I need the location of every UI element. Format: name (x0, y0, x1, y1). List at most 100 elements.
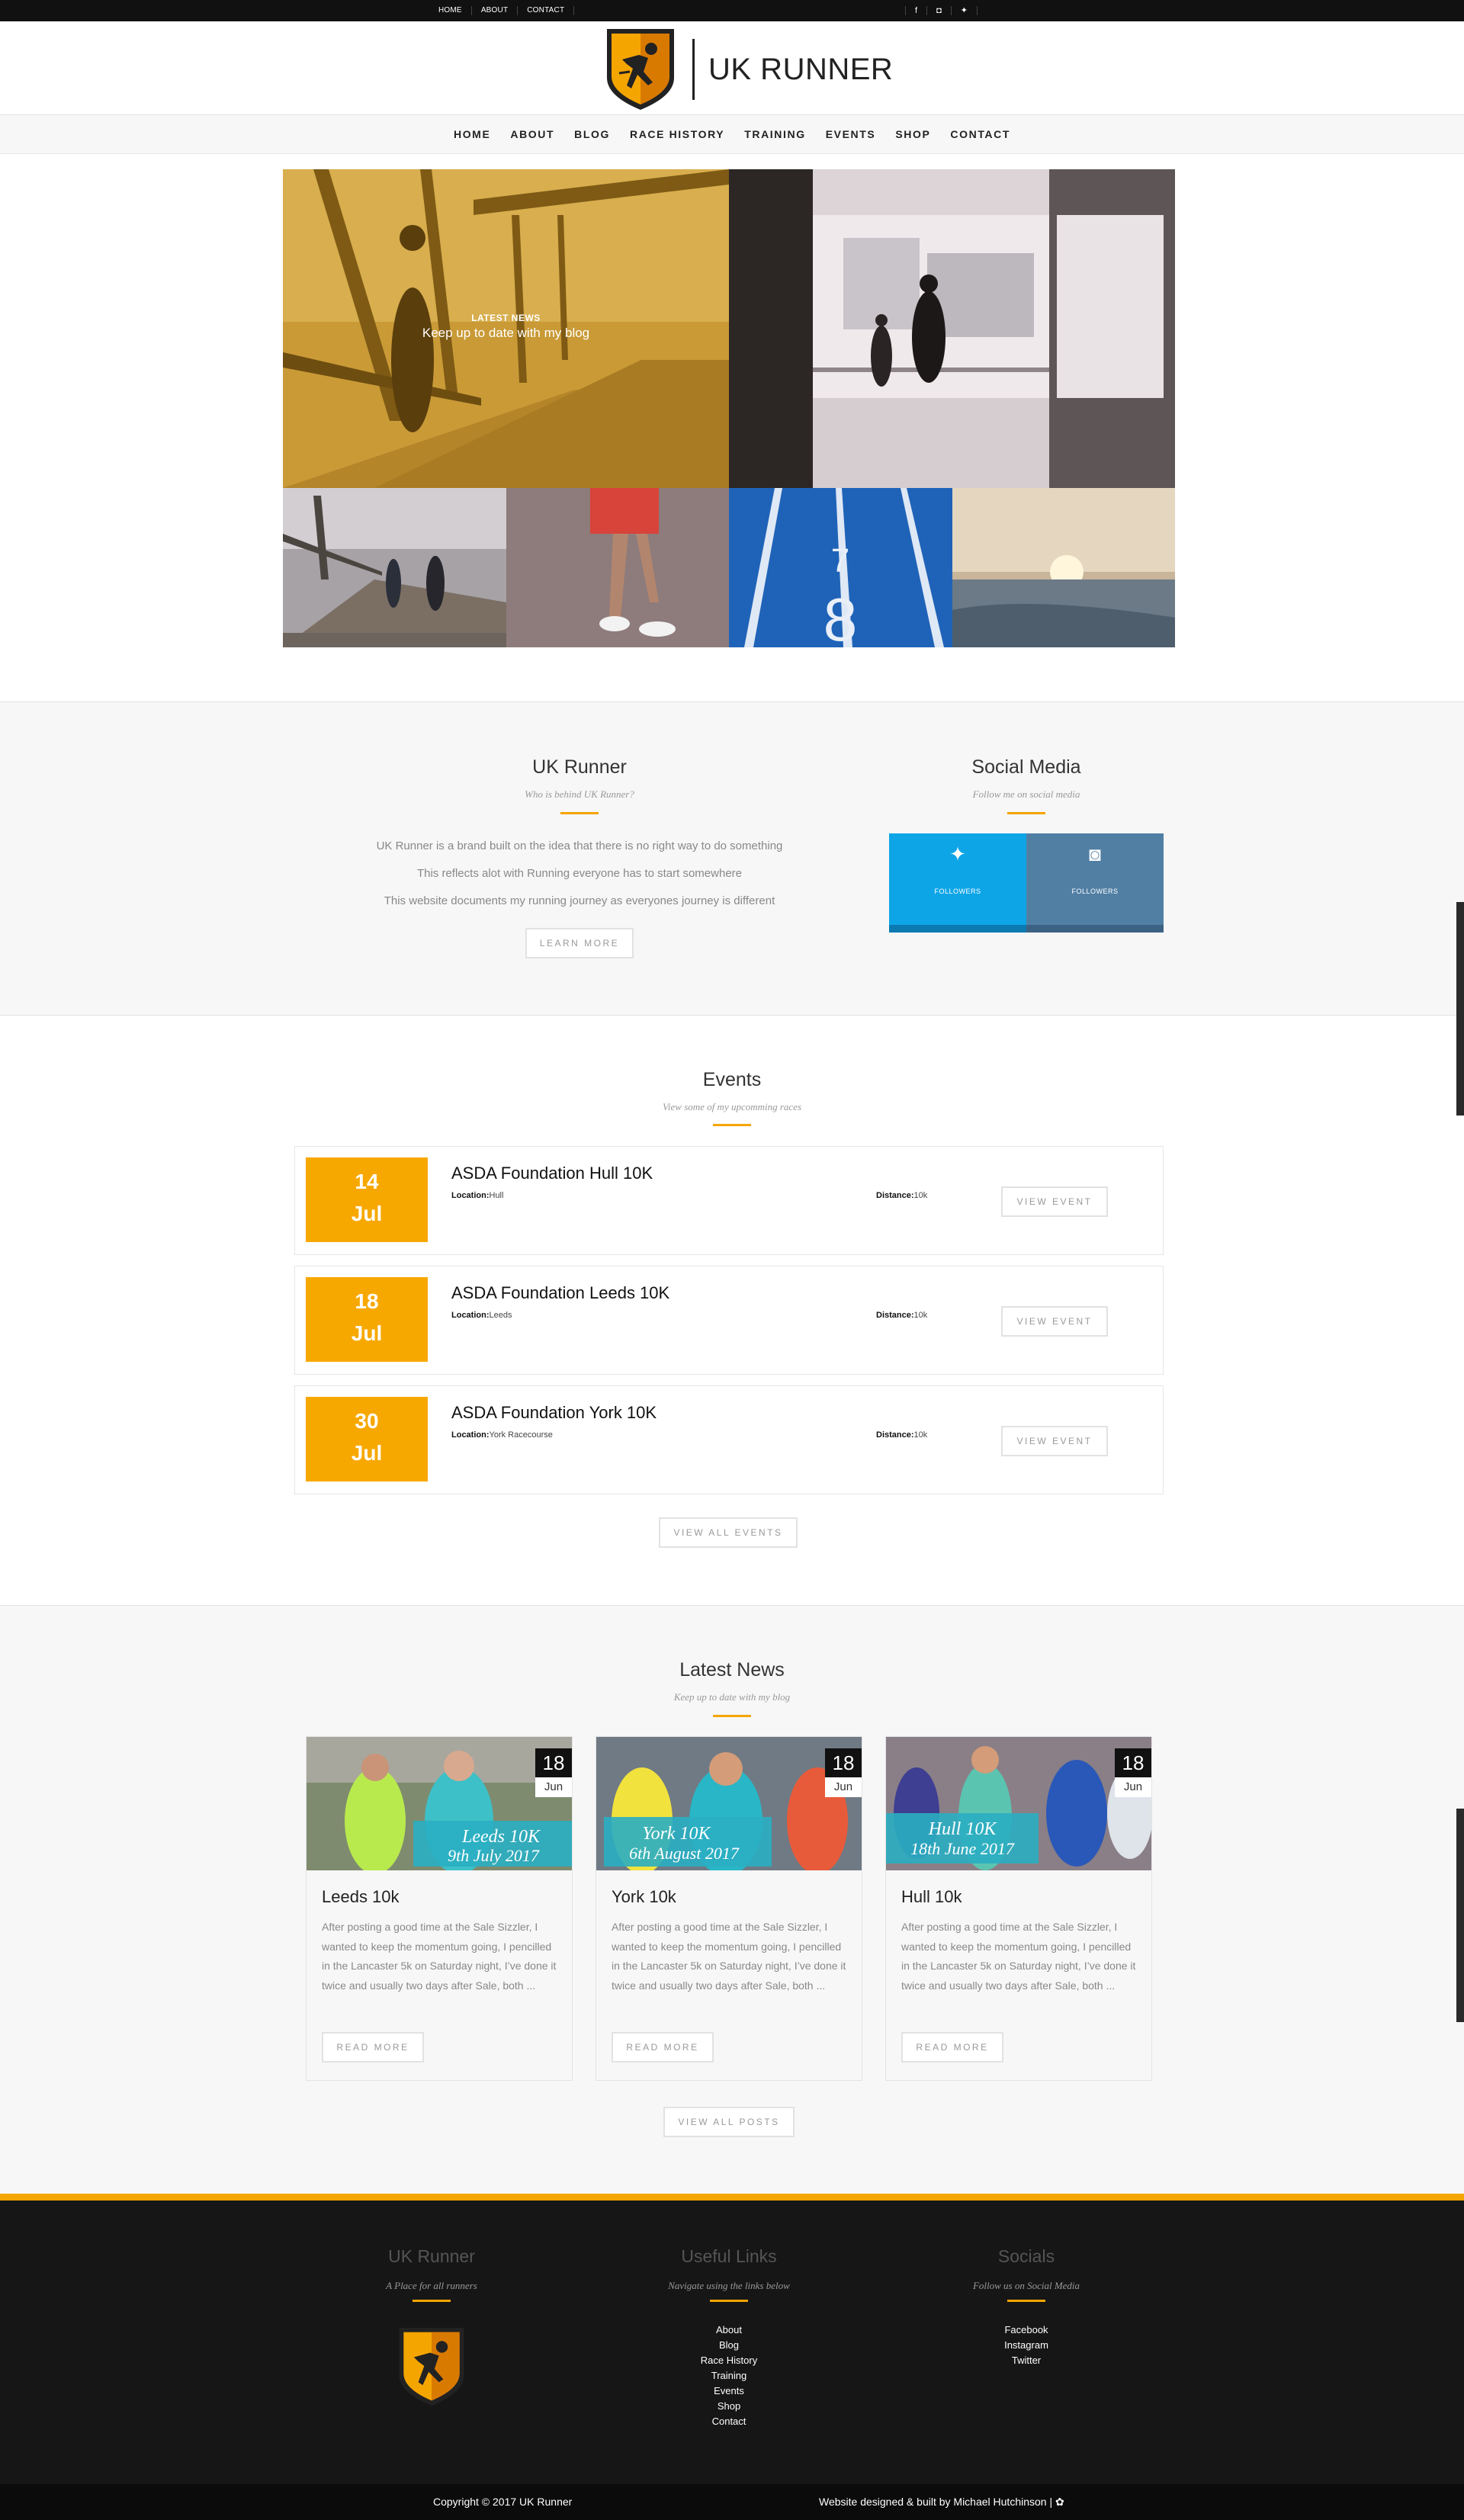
nav-blog[interactable]: BLOG (574, 128, 610, 140)
site-header: UK RUNNER (0, 21, 1464, 114)
footer-divider (413, 2300, 451, 2302)
news-image[interactable]: Hull 10K 18th June 2017 (886, 1737, 1151, 1870)
banner-line-2: 18th June 2017 (910, 1839, 1015, 1858)
event-date: 30 Jul (306, 1397, 428, 1482)
svg-text:8: 8 (824, 586, 858, 647)
hero-kicker: LATEST NEWS (471, 313, 541, 323)
learn-more-button[interactable]: LEARN MORE (525, 928, 634, 958)
footer-link-facebook[interactable]: Facebook (901, 2323, 1152, 2338)
events-divider (713, 1124, 751, 1126)
hero-tile-bridge[interactable]: LATEST NEWS Keep up to date with my blog (283, 169, 729, 488)
events-subtitle: View some of my upcomming races (662, 1101, 802, 1112)
distance-label: Distance: (876, 1191, 914, 1200)
distance-label: Distance: (876, 1311, 914, 1320)
news-month: Jun (833, 1780, 853, 1793)
nav-contact[interactable]: CONTACT (950, 128, 1010, 140)
nav-home[interactable]: HOME (454, 128, 490, 140)
view-all-events-button[interactable]: VIEW ALL EVENTS (659, 1517, 798, 1548)
bottom-bar: Copyright © 2017 UK Runner Website desig… (0, 2484, 1464, 2520)
news-title[interactable]: Leeds 10k (322, 1887, 400, 1907)
footer-link-training[interactable]: Training (603, 2368, 855, 2384)
banner-line-2: 9th July 2017 (448, 1846, 540, 1865)
footer-link-about[interactable]: About (603, 2323, 855, 2338)
view-event-button[interactable]: VIEW EVENT (1001, 1306, 1108, 1337)
footer-links-title: Useful Links (681, 2246, 777, 2266)
social-divider (1007, 812, 1045, 814)
nav-shop[interactable]: SHOP (895, 128, 930, 140)
distance-value: 10k (913, 1191, 928, 1200)
read-more-button[interactable]: READ MORE (322, 2032, 424, 2063)
hero-caption: LATEST NEWS Keep up to date with my blog (283, 313, 729, 341)
hero-tile-brooklyn[interactable] (283, 488, 506, 647)
nav-training[interactable]: TRAINING (744, 128, 805, 140)
event-day: 30 (355, 1409, 379, 1433)
top-link-home[interactable]: HOME (431, 6, 472, 15)
footer-link-blog[interactable]: Blog (603, 2338, 855, 2353)
instagram-icon[interactable]: ◘ (927, 6, 952, 15)
top-link-about[interactable]: ABOUT (472, 6, 518, 15)
event-distance: Distance:10k (876, 1430, 927, 1440)
twitter-counter[interactable]: ✦ FOLLOWERS (889, 833, 1026, 925)
location-value: Leeds (489, 1311, 512, 1320)
hero-tile-track[interactable]: 7 8 (729, 488, 952, 647)
event-month: Jul (351, 1202, 383, 1225)
hero-tile-shoes[interactable] (506, 488, 729, 647)
instagram-icon: ◙ (1089, 843, 1101, 865)
footer-link-events[interactable]: Events (603, 2384, 855, 2399)
event-name: ASDA Foundation York 10K (451, 1403, 657, 1422)
news-month: Jun (1123, 1780, 1143, 1793)
footer-link-race-history[interactable]: Race History (603, 2353, 855, 2368)
nav-race-history[interactable]: RACE HISTORY (630, 128, 724, 140)
top-link-contact[interactable]: CONTACT (518, 6, 575, 15)
footer-brand-title: UK Runner (388, 2246, 475, 2266)
news-title[interactable]: York 10k (612, 1887, 676, 1907)
hero-tagline: Keep up to date with my blog (422, 326, 590, 340)
footer-link-twitter[interactable]: Twitter (901, 2353, 1152, 2368)
event-location: Location:Leeds (451, 1311, 512, 1320)
nav-events[interactable]: EVENTS (826, 128, 876, 140)
news-day: 18 (825, 1748, 862, 1777)
hero-tile-city[interactable] (729, 169, 1175, 488)
event-date: 14 Jul (306, 1157, 428, 1242)
read-more-button[interactable]: READ MORE (612, 2032, 714, 2063)
view-event-button[interactable]: VIEW EVENT (1001, 1426, 1108, 1456)
nav-about[interactable]: ABOUT (510, 128, 554, 140)
banner-line-2: 6th August 2017 (629, 1844, 740, 1863)
about-title: UK Runner (532, 756, 627, 778)
location-value: York Racecourse (489, 1430, 553, 1440)
footer-accent-stripe (0, 2194, 1464, 2201)
news-day: 18 (1115, 1748, 1151, 1777)
hero-tile-sunset[interactable] (952, 488, 1175, 647)
read-more-button[interactable]: READ MORE (901, 2032, 1003, 2063)
twitter-icon[interactable]: ✦ (952, 6, 978, 15)
news-image[interactable]: York 10K 6th August 2017 (596, 1737, 862, 1870)
footer-link-contact[interactable]: Contact (603, 2414, 855, 2429)
view-event-button[interactable]: VIEW EVENT (1001, 1186, 1108, 1217)
news-excerpt: After posting a good time at the Sale Si… (612, 1921, 846, 1992)
logo[interactable]: UK RUNNER (604, 26, 893, 113)
news-day: 18 (535, 1748, 572, 1777)
banner-line-1: Hull 10K (928, 1819, 998, 1839)
news-title[interactable]: Hull 10k (901, 1887, 962, 1907)
news-card: Hull 10K 18th June 2017 18 Jun Hull 10k … (885, 1736, 1152, 2081)
about-line-1: UK Runner is a brand built on the idea t… (376, 839, 783, 852)
view-all-posts-button[interactable]: VIEW ALL POSTS (663, 2107, 795, 2137)
event-location: Location:Hull (451, 1191, 503, 1200)
event-card: 14 Jul ASDA Foundation Hull 10K Location… (294, 1146, 1164, 1255)
gear-icon[interactable]: ✿ (1055, 2496, 1064, 2508)
distance-label: Distance: (876, 1430, 914, 1440)
footer-link-instagram[interactable]: Instagram (901, 2338, 1152, 2353)
footer-link-shop[interactable]: Shop (603, 2399, 855, 2414)
news-date-badge: 18 Jun (1115, 1748, 1151, 1797)
footer-divider (1007, 2300, 1045, 2302)
news-image[interactable]: Leeds 10K 9th July 2017 (307, 1737, 572, 1870)
news-month: Jun (544, 1780, 563, 1793)
brand-name: UK RUNNER (708, 52, 894, 86)
instagram-counter[interactable]: ◙ FOLLOWERS (1026, 833, 1164, 925)
event-card: 30 Jul ASDA Foundation York 10K Location… (294, 1385, 1164, 1494)
social-subtitle: Follow me on social media (972, 788, 1080, 800)
twitter-counter-bar (889, 925, 1026, 933)
hero-gallery: LATEST NEWS Keep up to date with my blog (283, 169, 1175, 647)
about-text: UK Runner is a brand built on the idea t… (351, 833, 808, 915)
facebook-icon[interactable]: f (905, 6, 928, 15)
